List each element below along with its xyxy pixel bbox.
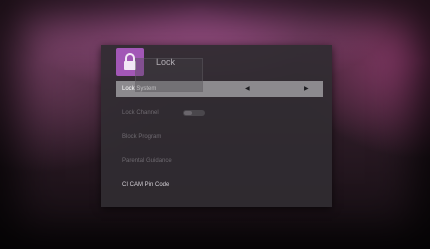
menu-item-ci-cam-pin-code[interactable]: CI CAM Pin Code: [116, 177, 323, 193]
menu-item-parental-guidance[interactable]: Parental Guidance: [116, 153, 323, 169]
menu-item-label: Lock Channel: [122, 110, 159, 116]
menu-item-label: Parental Guidance: [122, 158, 172, 164]
toggle-knob: [184, 111, 192, 115]
lock-channel-toggle[interactable]: [183, 110, 205, 116]
menu-item-block-program[interactable]: Block Program: [116, 129, 323, 145]
menu-item-lock-channel[interactable]: Lock Channel: [116, 105, 323, 121]
background-overlay-box: [135, 58, 203, 92]
arrow-left-icon[interactable]: ◀: [245, 81, 250, 97]
menu-item-label: CI CAM Pin Code: [122, 182, 170, 188]
menu-item-label: Block Program: [122, 134, 162, 140]
arrow-right-icon[interactable]: ▶: [304, 81, 309, 97]
